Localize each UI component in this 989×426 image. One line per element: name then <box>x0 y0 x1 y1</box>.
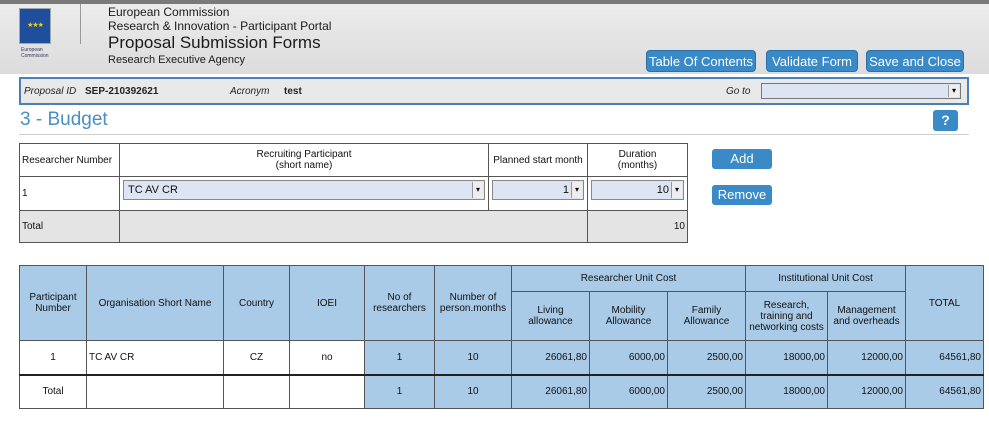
acronym-label: Acronym <box>230 86 270 97</box>
cell-ioei: no <box>289 340 365 375</box>
cell-country: CZ <box>223 340 290 375</box>
duration-select[interactable]: 10 ▾ <box>591 180 684 200</box>
participant-select[interactable]: TC AV CR ▾ <box>123 180 485 200</box>
col-living-allowance: Living allowance <box>511 291 590 341</box>
col-research-training: Research, training and networking costs <box>745 291 828 341</box>
proposal-id-value: SEP-210392621 <box>85 86 159 97</box>
cell-living: 26061,80 <box>511 340 590 375</box>
start-month-value: 1 <box>562 184 569 196</box>
total-mobility: 6000,00 <box>589 374 668 409</box>
col-country: Country <box>223 265 290 341</box>
total-family: 2500,00 <box>667 374 746 409</box>
col-ioei: IOEI <box>289 265 365 341</box>
chevron-down-icon[interactable]: ▾ <box>948 85 959 97</box>
org-name: European Commission <box>108 5 230 19</box>
col-mobility-allowance: Mobility Allowance <box>589 291 668 341</box>
recruitment-table: Researcher Number Recruiting Participant… <box>19 143 688 243</box>
total-no-researchers: 1 <box>364 374 435 409</box>
goto-label: Go to <box>726 86 751 97</box>
col-duration: Duration (months) <box>587 143 688 177</box>
logo-caption: European Commission <box>21 47 49 59</box>
total-person-months: 10 <box>434 374 512 409</box>
table-row: 1 TC AV CR ▾ 1 ▾ 10 ▾ <box>19 176 688 211</box>
table-row: 1 TC AV CR CZ no 1 10 26061,80 6000,00 2… <box>19 340 984 375</box>
logo-divider <box>80 4 101 44</box>
cell-research-training: 18000,00 <box>745 340 828 375</box>
cell-total: 64561,80 <box>905 340 984 375</box>
help-button[interactable]: ? <box>933 110 958 131</box>
total-empty-org <box>86 374 224 409</box>
total-empty-cell <box>119 210 588 243</box>
page-title: Proposal Submission Forms <box>108 33 321 52</box>
col-family-allowance: Family Allowance <box>667 291 746 341</box>
total-label: Total <box>19 374 87 409</box>
col-person-months: Number of person.months <box>434 265 512 341</box>
col-recruiting-participant: Recruiting Participant (short name) <box>119 143 489 177</box>
total-row: Total 10 <box>19 210 688 243</box>
cell-management: 12000,00 <box>827 340 906 375</box>
start-month-cell: 1 ▾ <box>488 176 588 211</box>
participant-value: TC AV CR <box>128 184 178 196</box>
total-duration: 10 <box>587 210 688 243</box>
cell-person-months: 10 <box>434 340 512 375</box>
logo-caption-line2: Commission <box>21 53 49 59</box>
chevron-down-icon[interactable]: ▾ <box>571 182 582 198</box>
col-group-researcher-unit-cost: Researcher Unit Cost <box>511 265 746 292</box>
header-label: Researcher Number <box>22 154 113 166</box>
total-row: Total 1 10 26061,80 6000,00 2500,00 1800… <box>19 374 984 409</box>
duration-cell: 10 ▾ <box>587 176 688 211</box>
portal-name: Research & Innovation - Participant Port… <box>108 19 332 33</box>
total-management: 12000,00 <box>827 374 906 409</box>
budget-table: Participant Number Organisation Short Na… <box>19 265 984 409</box>
proposal-info-bar: Proposal ID SEP-210392621 Acronym test G… <box>19 77 969 105</box>
col-no-researchers: No of researchers <box>364 265 435 341</box>
col-management: Management and overheads <box>827 291 906 341</box>
total-research-training: 18000,00 <box>745 374 828 409</box>
total-total: 64561,80 <box>905 374 984 409</box>
duration-value: 10 <box>656 184 669 196</box>
validate-form-button[interactable]: Validate Form <box>766 50 858 72</box>
section-title: 3 - Budget <box>20 109 108 130</box>
total-empty-ioei <box>289 374 365 409</box>
total-empty-country <box>223 374 290 409</box>
agency-name: Research Executive Agency <box>108 54 245 66</box>
participant-cell: TC AV CR ▾ <box>119 176 489 211</box>
total-label: Total <box>19 210 120 243</box>
col-planned-start-month: Planned start month <box>488 143 588 177</box>
cell-mobility: 6000,00 <box>589 340 668 375</box>
col-org-short-name: Organisation Short Name <box>86 265 224 341</box>
save-and-close-button[interactable]: Save and Close <box>866 50 964 72</box>
col-researcher-number: Researcher Number <box>19 143 120 177</box>
eu-stars-icon: ★★★ <box>27 22 44 29</box>
chevron-down-icon[interactable]: ▾ <box>472 182 483 198</box>
chevron-down-icon[interactable]: ▾ <box>671 182 682 198</box>
add-button[interactable]: Add <box>712 149 772 169</box>
goto-select[interactable]: ▾ <box>761 83 961 99</box>
researcher-number-cell: 1 <box>19 176 120 211</box>
proposal-id-label: Proposal ID <box>24 86 77 97</box>
acronym-value: test <box>284 86 302 97</box>
cell-participant-number: 1 <box>19 340 87 375</box>
cell-org-short-name: TC AV CR <box>86 340 224 375</box>
cell-family: 2500,00 <box>667 340 746 375</box>
start-month-select[interactable]: 1 ▾ <box>492 180 584 200</box>
col-total: TOTAL <box>905 265 984 341</box>
remove-button[interactable]: Remove <box>712 185 772 205</box>
table-of-contents-button[interactable]: Table Of Contents <box>646 50 756 72</box>
portal-header: ★★★ European Commission European Commiss… <box>0 4 989 74</box>
section-divider <box>19 134 969 135</box>
cell-no-researchers: 1 <box>364 340 435 375</box>
total-living: 26061,80 <box>511 374 590 409</box>
col-participant-number: Participant Number <box>19 265 87 341</box>
col-group-institutional-unit-cost: Institutional Unit Cost <box>745 265 906 292</box>
